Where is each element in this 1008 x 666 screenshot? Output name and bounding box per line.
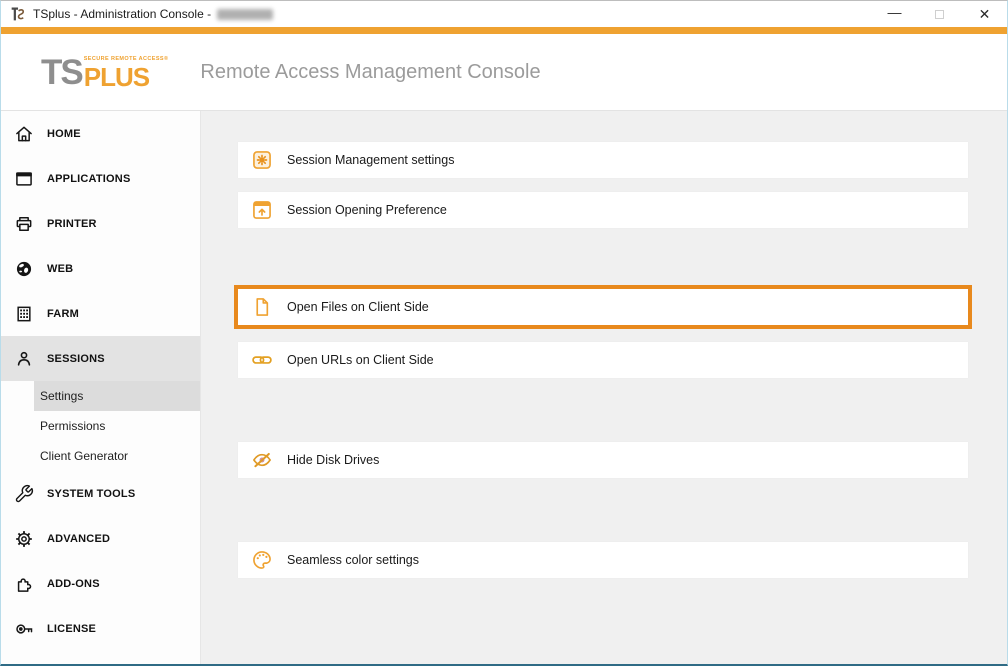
gear-box-icon [251,149,273,171]
button-label: Session Management settings [287,153,454,167]
house-icon [14,124,34,144]
sidebar-item-label: LICENSE [47,623,96,635]
title-bar: TSplus - Administration Console - — ✕ [1,1,1007,27]
maximize-button[interactable] [917,1,962,27]
button-session-opening-preference[interactable]: Session Opening Preference [238,192,968,228]
button-open-files-on-client-side[interactable]: Open Files on Client Side [238,289,968,325]
globe-icon [14,259,34,279]
close-button[interactable]: ✕ [962,1,1007,27]
button-label: Open Files on Client Side [287,300,429,314]
sidebar-item-add-ons[interactable]: ADD-ONS [1,561,200,606]
sidebar-item-license[interactable]: LICENSE [1,606,200,651]
palette-icon [251,549,273,571]
sidebar-item-label: PRINTER [47,218,97,230]
wrench-icon [14,484,34,504]
logo-plus-text: PLUS [84,64,169,90]
main-content: Session Management settings Session Open… [201,111,1007,664]
highlighted-selection-frame: Open Files on Client Side [234,285,972,329]
link-icon [251,349,273,371]
window-title: TSplus - Administration Console - [33,7,211,21]
header: TS SECURE REMOTE ACCESS® PLUS Remote Acc… [1,34,1007,111]
sidebar-item-label: WEB [47,263,73,275]
printer-icon [14,214,34,234]
sidebar-subitem-permissions[interactable]: Permissions [34,411,200,441]
sidebar-subitem-client-generator[interactable]: Client Generator [34,441,200,471]
tsplus-logo: TS SECURE REMOTE ACCESS® PLUS [41,55,168,90]
sidebar: HOME APPLICATIONS PRINTER [1,111,201,664]
button-label: Session Opening Preference [287,203,447,217]
maximize-icon [935,10,944,19]
accent-bar [1,27,1007,34]
sidebar-item-system-tools[interactable]: SYSTEM TOOLS [1,471,200,516]
puzzle-piece-icon [14,574,34,594]
logo-ts-text: TS [41,55,82,90]
minimize-button[interactable]: — [872,1,917,27]
eye-slash-icon [251,449,273,471]
button-seamless-color-settings[interactable]: Seamless color settings [238,542,968,578]
sidebar-item-sessions[interactable]: SESSIONS [1,336,200,381]
window-controls: — ✕ [872,1,1007,27]
person-icon [14,349,34,369]
sidebar-item-label: ADD-ONS [47,578,100,590]
sidebar-item-printer[interactable]: PRINTER [1,201,200,246]
window-upload-icon [251,199,273,221]
sidebar-item-label: FARM [47,308,79,320]
tsplus-admin-console-window: TSplus - Administration Console - — ✕ TS… [0,0,1008,666]
gear-icon [14,529,34,549]
redacted-server-name [217,9,273,20]
button-hide-disk-drives[interactable]: Hide Disk Drives [238,442,968,478]
sidebar-item-label: SESSIONS [47,353,105,365]
sidebar-item-farm[interactable]: FARM [1,291,200,336]
button-open-urls-on-client-side[interactable]: Open URLs on Client Side [238,342,968,378]
button-label: Open URLs on Client Side [287,353,434,367]
building-icon [14,304,34,324]
sidebar-item-web[interactable]: WEB [1,246,200,291]
sidebar-subitem-settings[interactable]: Settings [34,381,200,411]
button-session-management-settings[interactable]: Session Management settings [238,142,968,178]
sidebar-item-label: HOME [47,128,81,140]
sidebar-item-label: APPLICATIONS [47,173,130,185]
sidebar-item-home[interactable]: HOME [1,111,200,156]
sidebar-item-advanced[interactable]: ADVANCED [1,516,200,561]
window-icon [14,169,34,189]
sidebar-item-label: SYSTEM TOOLS [47,488,135,500]
sidebar-item-applications[interactable]: APPLICATIONS [1,156,200,201]
document-icon [251,296,273,318]
button-label: Seamless color settings [287,553,419,567]
key-icon [14,619,34,639]
page-title: Remote Access Management Console [200,61,540,84]
tsplus-app-icon [9,6,26,23]
sidebar-item-label: ADVANCED [47,533,110,545]
button-label: Hide Disk Drives [287,453,379,467]
